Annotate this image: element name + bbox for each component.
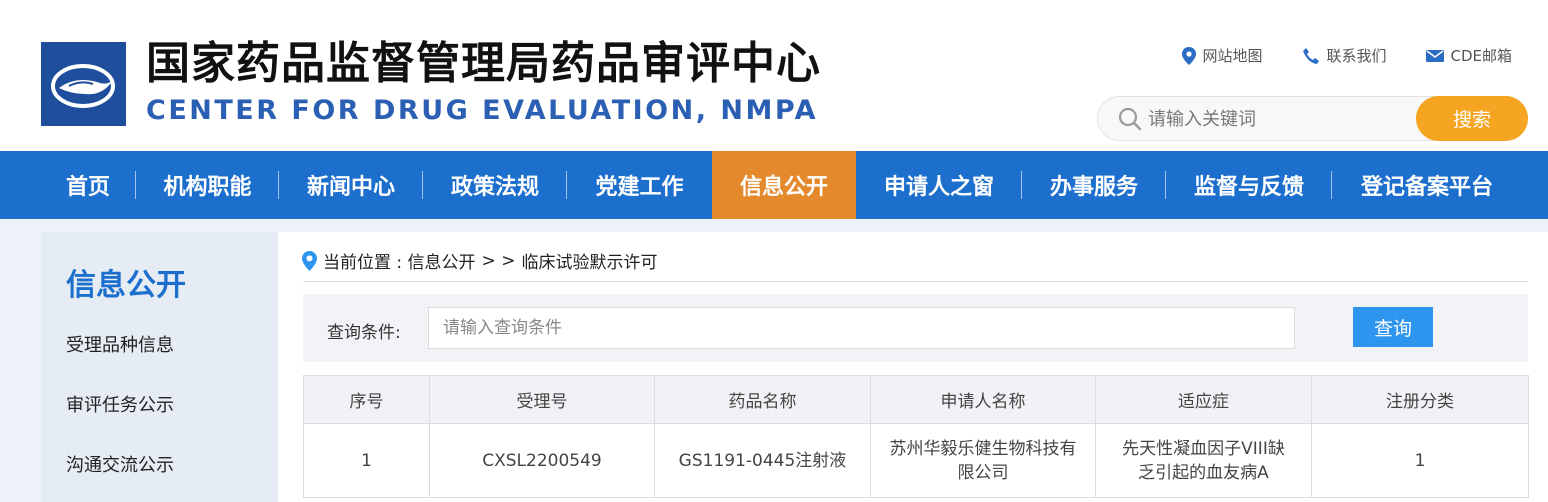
cell-index: 1: [303, 423, 430, 498]
query-form: 查询条件: 查询: [303, 294, 1528, 362]
nav-item-functions[interactable]: 机构职能: [136, 151, 279, 219]
col-header-applicant: 申请人名称: [870, 375, 1096, 424]
col-header-acceptance-no: 受理号: [429, 375, 655, 424]
search-icon: [1118, 107, 1142, 131]
cell-registration-class: 1: [1311, 423, 1529, 498]
query-input[interactable]: [428, 307, 1295, 349]
nav-item-policy[interactable]: 政策法规: [423, 151, 567, 219]
nav-item-registration[interactable]: 登记备案平台: [1332, 151, 1522, 219]
location-pin-icon: [1182, 46, 1197, 65]
contact-us-label: 联系我们: [1326, 47, 1387, 65]
cell-applicant: 苏州华毅乐健生物科技有限公司: [870, 423, 1096, 498]
site-map-link[interactable]: 网站地图: [1182, 45, 1262, 66]
cde-logo[interactable]: [41, 42, 126, 126]
breadcrumb-separator: > >: [481, 250, 516, 271]
search-input[interactable]: [1148, 103, 1408, 135]
sidebar-item-communication[interactable]: 沟通交流公示: [66, 451, 174, 477]
nav-item-applicant[interactable]: 申请人之窗: [856, 151, 1022, 219]
nav-item-services[interactable]: 办事服务: [1022, 151, 1166, 219]
site-title-cn: 国家药品监督管理局药品审评中心: [146, 38, 821, 89]
cde-mail-label: CDE邮箱: [1450, 47, 1512, 65]
location-pin-icon: [302, 250, 317, 271]
cell-drug-name: GS1191-0445注射液: [654, 423, 871, 498]
contact-us-link[interactable]: 联系我们: [1302, 45, 1386, 66]
sidebar-title: 信息公开: [66, 268, 186, 303]
breadcrumb-divider: [303, 281, 1528, 282]
site-title-en: CENTER FOR DRUG EVALUATION, NMPA: [146, 95, 819, 126]
col-header-indication: 适应症: [1095, 375, 1312, 424]
site-search: 搜索: [1097, 96, 1528, 141]
results-table: 序号 受理号 药品名称 申请人名称 适应症 注册分类 1 CXSL2200549…: [303, 375, 1529, 498]
table-header-row: 序号 受理号 药品名称 申请人名称 适应症 注册分类: [303, 375, 1529, 424]
top-links: 网站地图 联系我们 CDE邮箱: [1182, 45, 1512, 66]
breadcrumb-current: 临床试验默示许可: [521, 253, 658, 273]
breadcrumb-prefix[interactable]: 当前位置 : 信息公开: [323, 248, 476, 273]
col-header-drug-name: 药品名称: [654, 375, 871, 424]
col-header-index: 序号: [303, 375, 430, 424]
col-header-registration-class: 注册分类: [1311, 375, 1529, 424]
nav-item-party[interactable]: 党建工作: [567, 151, 712, 219]
site-header: 国家药品监督管理局药品审评中心 CENTER FOR DRUG EVALUATI…: [0, 0, 1548, 151]
nav-item-home[interactable]: 首页: [40, 151, 136, 219]
query-label: 查询条件:: [327, 323, 401, 343]
cell-indication: 先天性凝血因子VIII缺乏引起的血友病A: [1095, 423, 1312, 498]
nav-item-news[interactable]: 新闻中心: [279, 151, 423, 219]
phone-icon: [1303, 47, 1320, 64]
sidebar: 信息公开 受理品种信息 审评任务公示 沟通交流公示: [41, 232, 278, 502]
cde-mail-link[interactable]: CDE邮箱: [1426, 45, 1512, 66]
search-button[interactable]: 搜索: [1416, 96, 1528, 141]
sidebar-item-accepted-varieties[interactable]: 受理品种信息: [66, 331, 174, 357]
site-map-label: 网站地图: [1202, 47, 1263, 65]
nav-item-info-public[interactable]: 信息公开: [712, 151, 856, 219]
mail-icon: [1426, 49, 1445, 62]
breadcrumb: 当前位置 : 信息公开 > > 临床试验默示许可: [302, 248, 657, 273]
query-button[interactable]: 查询: [1353, 307, 1433, 347]
table-row[interactable]: 1 CXSL2200549 GS1191-0445注射液 苏州华毅乐健生物科技有…: [303, 423, 1529, 498]
nav-item-feedback[interactable]: 监督与反馈: [1166, 151, 1332, 219]
main-panel: 当前位置 : 信息公开 > > 临床试验默示许可 查询条件: 查询 序号 受理号…: [278, 232, 1548, 502]
sidebar-item-review-tasks[interactable]: 审评任务公示: [66, 391, 174, 417]
main-nav: 首页 机构职能 新闻中心 政策法规 党建工作 信息公开 申请人之窗 办事服务 监…: [0, 151, 1548, 219]
cell-acceptance-no: CXSL2200549: [429, 423, 655, 498]
cde-logo-icon: [41, 42, 126, 126]
